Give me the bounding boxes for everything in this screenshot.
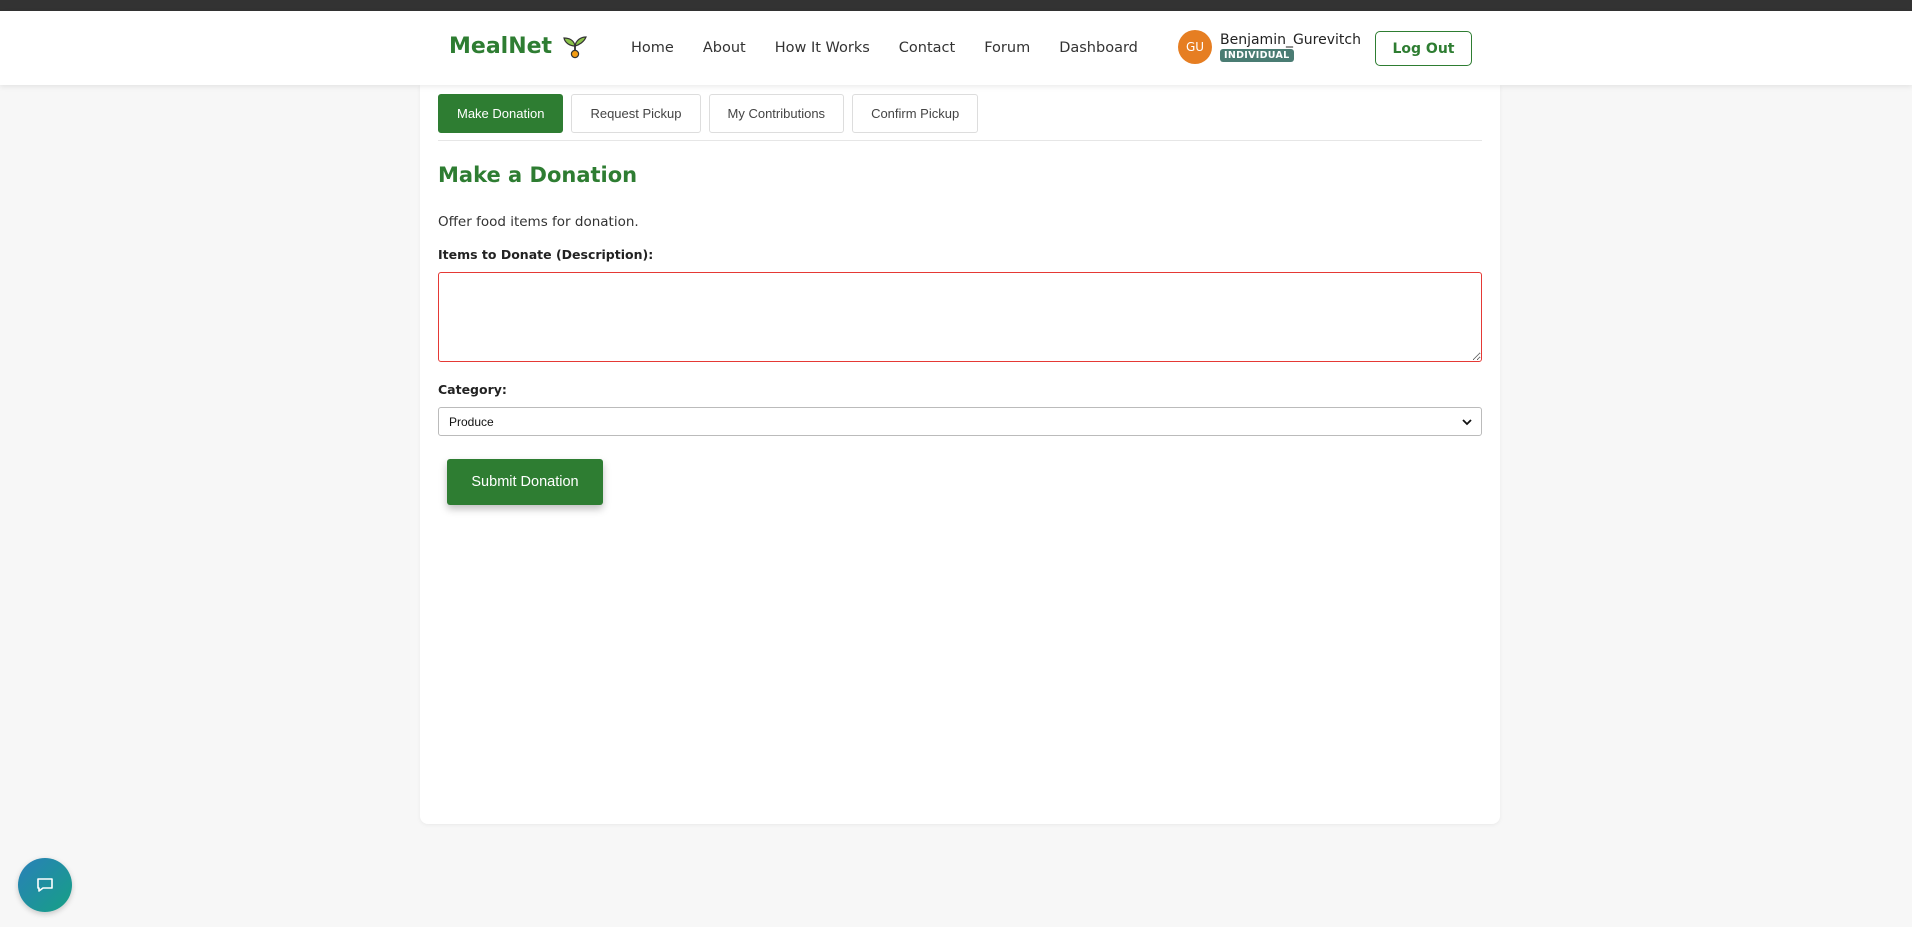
dashboard-card: Make Donation Request Pickup My Contribu… [420, 85, 1500, 824]
site-header: MealNet Home About How It Works Contact … [0, 11, 1912, 85]
category-label: Category: [438, 382, 507, 397]
tab-request-pickup[interactable]: Request Pickup [571, 94, 701, 133]
main-nav: Home About How It Works Contact Forum Da… [631, 40, 1167, 56]
chat-button[interactable] [18, 858, 72, 912]
username: Benjamin_Gurevitch [1220, 32, 1361, 48]
top-bar [0, 0, 1912, 11]
submit-donation-button[interactable]: Submit Donation [447, 459, 603, 505]
nav-dashboard[interactable]: Dashboard [1059, 40, 1138, 56]
user-profile[interactable]: GU Benjamin_Gurevitch INDIVIDUAL [1178, 30, 1361, 64]
dashboard-tabs: Make Donation Request Pickup My Contribu… [438, 94, 979, 133]
items-description-input[interactable] [438, 272, 1482, 362]
logout-button[interactable]: Log Out [1375, 31, 1472, 66]
nav-home[interactable]: Home [631, 40, 674, 56]
sprout-icon [563, 36, 587, 59]
tab-confirm-pickup[interactable]: Confirm Pickup [852, 94, 979, 133]
nav-forum[interactable]: Forum [984, 40, 1030, 56]
nav-contact[interactable]: Contact [899, 40, 955, 56]
tab-make-donation[interactable]: Make Donation [438, 94, 564, 133]
page-title: Make a Donation [438, 163, 638, 187]
tab-divider [438, 140, 1482, 141]
category-select[interactable]: Produce [438, 407, 1482, 436]
logo[interactable]: MealNet [449, 33, 588, 59]
chat-bubble-icon [37, 878, 53, 892]
avatar: GU [1178, 30, 1212, 64]
user-meta: Benjamin_Gurevitch INDIVIDUAL [1220, 32, 1361, 62]
chevron-down-icon [1462, 418, 1472, 425]
items-label: Items to Donate (Description): [438, 247, 654, 262]
brand-name: MealNet [449, 33, 553, 59]
role-badge: INDIVIDUAL [1220, 49, 1294, 62]
nav-about[interactable]: About [703, 40, 746, 56]
nav-how-it-works[interactable]: How It Works [775, 40, 870, 56]
category-selected-value: Produce [449, 414, 494, 429]
tab-my-contributions[interactable]: My Contributions [708, 94, 845, 133]
form-intro: Offer food items for donation. [438, 214, 639, 230]
